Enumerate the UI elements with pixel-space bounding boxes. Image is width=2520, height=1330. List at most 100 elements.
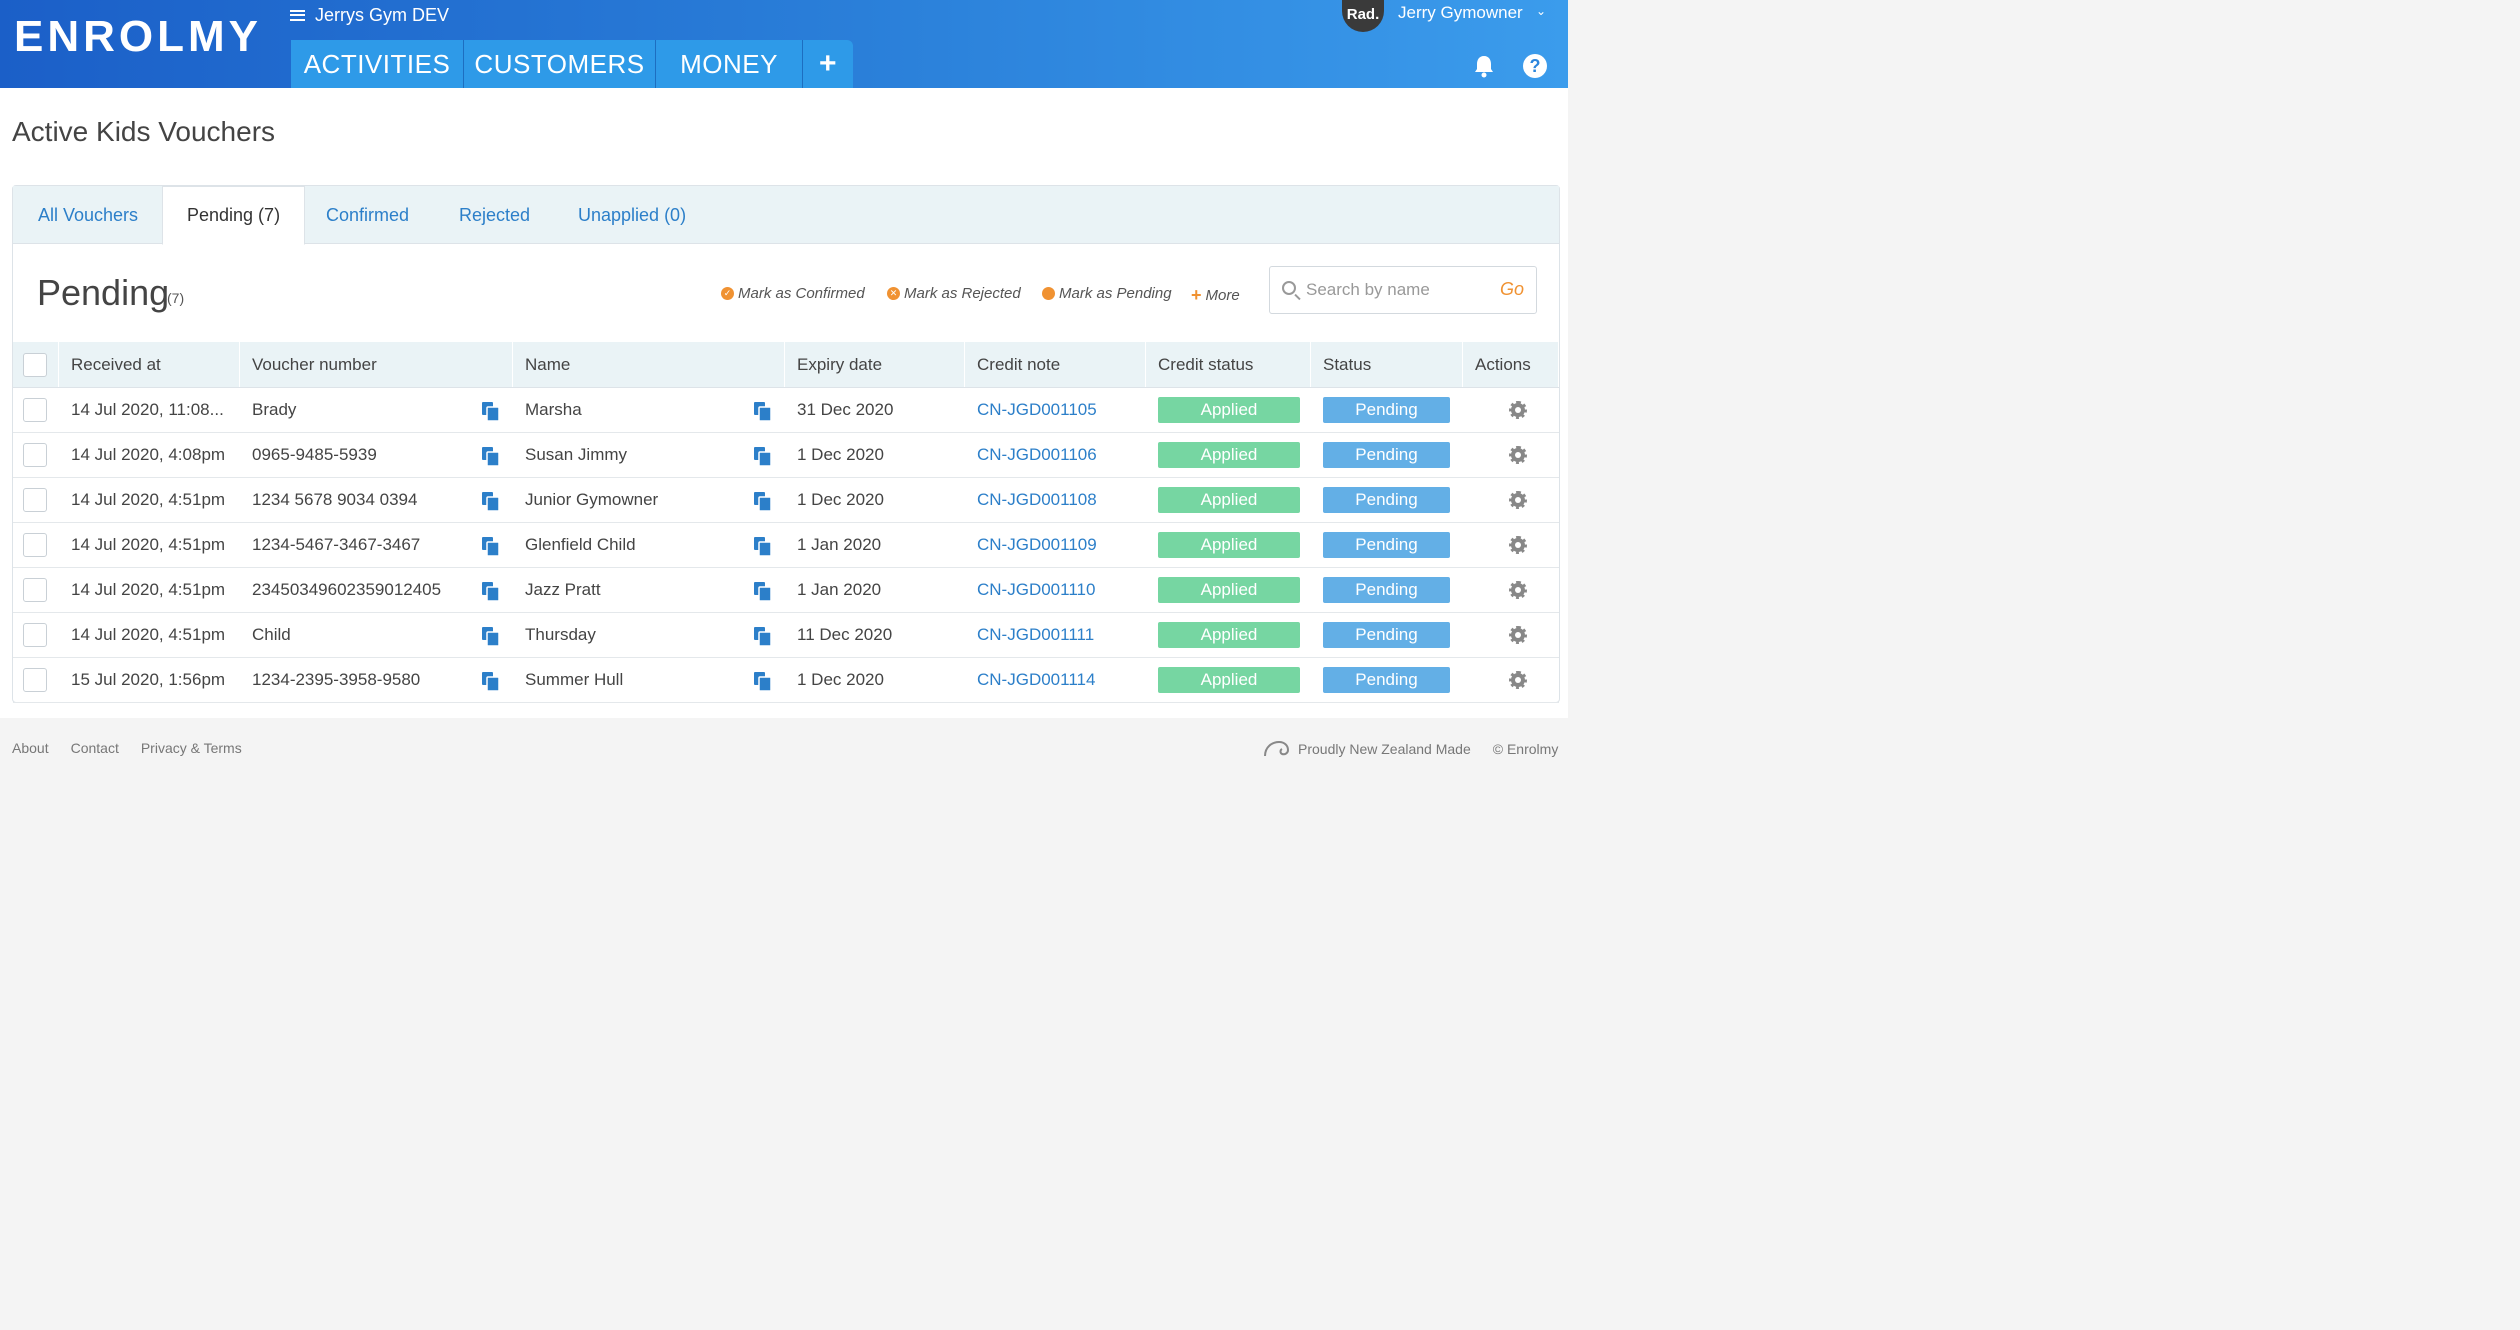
footer-contact-link[interactable]: Contact: [71, 740, 119, 756]
tab-rejected[interactable]: Rejected: [459, 186, 530, 244]
credit-note-link[interactable]: CN-JGD001108: [977, 490, 1097, 510]
row-checkbox[interactable]: [23, 668, 47, 692]
select-all-checkbox[interactable]: [23, 352, 47, 377]
copy-icon[interactable]: [754, 492, 772, 512]
col-expiry-date[interactable]: Expiry date: [785, 342, 965, 387]
name-cell: Jazz Pratt: [513, 568, 785, 612]
copy-icon[interactable]: [482, 402, 500, 422]
nav-activities[interactable]: ACTIVITIES: [291, 40, 464, 88]
voucher-number-cell: 1234-2395-3958-9580: [240, 658, 513, 702]
table-row[interactable]: 14 Jul 2020, 4:51pm 23450349602359012405 J…: [13, 568, 1559, 613]
credit-status-cell: Applied: [1146, 568, 1311, 612]
table-row[interactable]: 14 Jul 2020, 4:51pm 1234 5678 9034 0394 Ju…: [13, 478, 1559, 523]
table-row[interactable]: 14 Jul 2020, 4:51pm 1234-5467-3467-3467 Gl…: [13, 523, 1559, 568]
main-nav: ACTIVITIES CUSTOMERS MONEY +: [291, 40, 853, 88]
mark-rejected-button[interactable]: ✕ Mark as Rejected: [887, 285, 1021, 302]
credit-status-badge: Applied: [1158, 487, 1300, 513]
actions-cell: [1463, 433, 1559, 477]
table-row[interactable]: 14 Jul 2020, 11:08... Brady Marsha 31 Dec 2…: [13, 388, 1559, 433]
row-checkbox[interactable]: [23, 488, 47, 512]
section-count: (7): [167, 290, 185, 306]
nav-customers[interactable]: CUSTOMERS: [464, 40, 656, 88]
copy-icon[interactable]: [482, 492, 500, 512]
credit-note-cell: CN-JGD001108: [965, 478, 1146, 522]
credit-note-link[interactable]: CN-JGD001109: [977, 535, 1097, 555]
received-at-cell: 14 Jul 2020, 11:08...: [71, 400, 224, 419]
row-checkbox[interactable]: [23, 398, 47, 422]
tab-pending[interactable]: Pending (7): [162, 186, 306, 245]
gear-icon[interactable]: [1509, 671, 1527, 689]
credit-note-link[interactable]: CN-JGD001114: [977, 670, 1095, 690]
gear-icon[interactable]: [1509, 581, 1527, 599]
mark-confirmed-button[interactable]: ✓ Mark as Confirmed: [721, 285, 865, 302]
credit-note-link[interactable]: CN-JGD001111: [977, 625, 1094, 645]
plus-icon: +: [1191, 285, 1202, 305]
x-circle-icon: ✕: [887, 287, 900, 300]
gear-icon[interactable]: [1509, 626, 1527, 644]
copy-icon[interactable]: [754, 537, 772, 557]
voucher-number-cell: 1234 5678 9034 0394: [240, 478, 513, 522]
gear-icon[interactable]: [1509, 491, 1527, 509]
gear-icon[interactable]: [1509, 401, 1527, 419]
more-button[interactable]: + More: [1191, 285, 1240, 306]
col-credit-note[interactable]: Credit note: [965, 342, 1146, 387]
customer-name: Glenfield Child: [525, 535, 636, 554]
table-row[interactable]: 14 Jul 2020, 4:51pm Child Thursday 11 Dec 2…: [13, 613, 1559, 658]
mark-rejected-label: Mark as Rejected: [904, 285, 1021, 302]
col-credit-status[interactable]: Credit status: [1146, 342, 1311, 387]
org-switcher[interactable]: Jerrys Gym DEV: [290, 4, 449, 26]
help-icon[interactable]: ?: [1523, 54, 1547, 78]
copy-icon[interactable]: [754, 402, 772, 422]
copy-icon[interactable]: [482, 447, 500, 467]
credit-note-link[interactable]: CN-JGD001106: [977, 445, 1097, 465]
row-checkbox[interactable]: [23, 443, 47, 467]
copy-icon[interactable]: [754, 447, 772, 467]
actions-cell: [1463, 613, 1559, 657]
tab-all-vouchers[interactable]: All Vouchers: [38, 186, 138, 244]
avatar[interactable]: Rad.: [1342, 0, 1384, 32]
gear-icon[interactable]: [1509, 446, 1527, 464]
nav-money[interactable]: MONEY: [656, 40, 803, 88]
add-nav-button[interactable]: +: [803, 40, 853, 88]
col-status[interactable]: Status: [1311, 342, 1463, 387]
tab-confirmed[interactable]: Confirmed: [326, 186, 409, 244]
col-name[interactable]: Name: [513, 342, 785, 387]
copy-icon[interactable]: [482, 627, 500, 647]
credit-note-cell: CN-JGD001111: [965, 613, 1146, 657]
credit-status-badge: Applied: [1158, 442, 1300, 468]
row-checkbox[interactable]: [23, 533, 47, 557]
mark-pending-button[interactable]: Mark as Pending: [1042, 285, 1172, 302]
chevron-down-icon[interactable]: ⌄: [1536, 4, 1546, 18]
credit-note-link[interactable]: CN-JGD001105: [977, 400, 1097, 420]
col-received-at[interactable]: Received at: [59, 342, 240, 387]
credit-note-link[interactable]: CN-JGD001110: [977, 580, 1095, 600]
bell-icon[interactable]: [1473, 54, 1495, 78]
gear-icon[interactable]: [1509, 536, 1527, 554]
row-checkbox[interactable]: [23, 578, 47, 602]
tab-unapplied[interactable]: Unapplied (0): [578, 186, 686, 244]
search-go-button[interactable]: Go: [1500, 279, 1524, 300]
copy-icon[interactable]: [754, 627, 772, 647]
row-checkbox[interactable]: [23, 623, 47, 647]
made-in-nz: Proudly New Zealand Made: [1262, 740, 1471, 758]
copy-icon[interactable]: [482, 672, 500, 692]
table-row[interactable]: 15 Jul 2020, 1:56pm 1234-2395-3958-9580 Su…: [13, 658, 1559, 703]
name-cell: Glenfield Child: [513, 523, 785, 567]
footer-about-link[interactable]: About: [12, 740, 49, 756]
name-cell: Marsha: [513, 388, 785, 432]
credit-note-cell: CN-JGD001109: [965, 523, 1146, 567]
user-name[interactable]: Jerry Gymowner: [1398, 3, 1523, 23]
received-at-cell: 14 Jul 2020, 4:51pm: [71, 580, 226, 599]
search-input[interactable]: [1306, 267, 1496, 313]
copy-icon[interactable]: [754, 582, 772, 602]
table-row[interactable]: 14 Jul 2020, 4:08pm 0965-9485-5939 Susan J…: [13, 433, 1559, 478]
copy-icon[interactable]: [482, 582, 500, 602]
expiry-date-cell: 11 Dec 2020: [797, 625, 893, 644]
col-voucher-number[interactable]: Voucher number: [240, 342, 513, 387]
select-all-cell: [13, 342, 59, 387]
copy-icon[interactable]: [482, 537, 500, 557]
copy-icon[interactable]: [754, 672, 772, 692]
menu-icon[interactable]: [290, 9, 305, 21]
enrolmy-logo[interactable]: ENROLMY: [14, 12, 262, 62]
footer-privacy-link[interactable]: Privacy & Terms: [141, 740, 242, 756]
